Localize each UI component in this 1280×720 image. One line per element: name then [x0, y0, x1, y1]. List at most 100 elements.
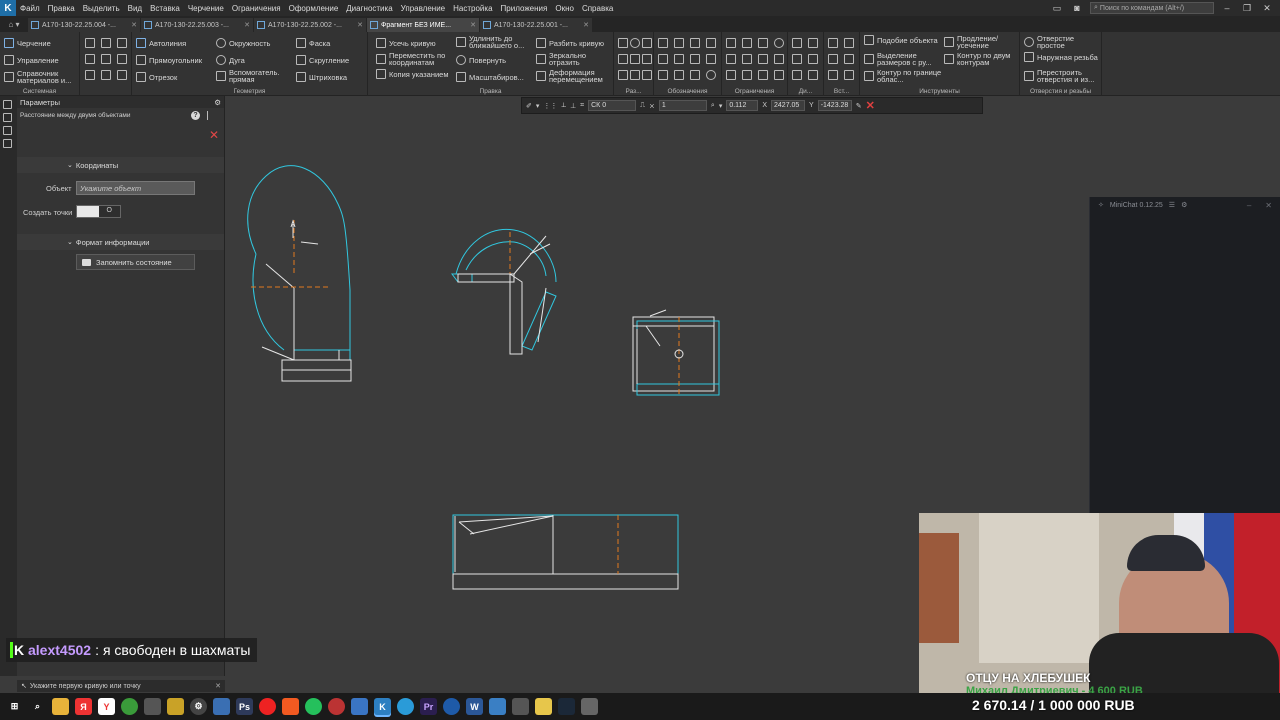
menu-edit[interactable]: Правка — [44, 4, 79, 13]
yandex-icon[interactable]: Я — [75, 698, 92, 715]
x-coordinate-field[interactable]: 2427.05 — [771, 100, 806, 111]
layer-icon[interactable]: ⎍ — [640, 102, 645, 110]
parallel-icon[interactable] — [758, 38, 768, 48]
text-icon[interactable] — [658, 70, 668, 80]
menu-design[interactable]: Оформление — [285, 4, 343, 13]
tab-close-icon[interactable]: ✕ — [470, 21, 476, 29]
extend-button[interactable]: Удлинить до ближайшего о... — [456, 35, 534, 49]
menu-manage[interactable]: Управление — [397, 4, 449, 13]
object-field[interactable]: Укажите объект — [76, 181, 195, 195]
parameters-tab-icon[interactable] — [3, 100, 12, 109]
hatch-button[interactable]: Штриховка — [296, 72, 347, 82]
steam-icon[interactable] — [558, 698, 575, 715]
height-icon[interactable] — [642, 70, 652, 80]
diameter-icon[interactable] — [630, 38, 640, 48]
tab-close-icon[interactable]: ✕ — [131, 21, 137, 29]
properties-icon[interactable] — [117, 70, 127, 80]
home-icon[interactable]: ⌂ ▾ — [0, 16, 28, 32]
dimension-icon[interactable] — [618, 38, 628, 48]
chrome-icon[interactable] — [121, 698, 138, 715]
pipette-icon[interactable]: ✎ — [856, 102, 862, 110]
camera-icon[interactable]: ◙ — [1070, 3, 1084, 13]
create-points-toggle[interactable]: O — [76, 205, 121, 218]
rotate-button[interactable]: Повернуть — [456, 55, 506, 65]
position-icon[interactable] — [674, 54, 684, 64]
copy-by-point-button[interactable]: Копия указанием — [376, 69, 454, 79]
y-coordinate-field[interactable]: -1423.28 — [817, 100, 852, 111]
cursor-icon[interactable] — [351, 698, 368, 715]
snap-icon[interactable]: ✐ — [526, 102, 532, 110]
angle-icon[interactable] — [642, 38, 652, 48]
tab-fragment[interactable]: Фрагмент БЕЗ ИМЕ... ✕ — [367, 18, 479, 32]
materials-button[interactable]: Справочник материалов и... — [4, 70, 78, 84]
arc-button[interactable]: Дуга — [216, 55, 245, 65]
tree-tab-icon[interactable] — [3, 113, 12, 122]
opera-icon[interactable] — [259, 698, 276, 715]
fillet-button[interactable]: Скругление — [296, 55, 349, 65]
command-search[interactable]: ⌕ Поиск по командам (Alt+/) — [1090, 2, 1214, 14]
cs-select[interactable]: СК 0 — [588, 100, 637, 111]
tolerance-icon[interactable] — [706, 38, 716, 48]
brave-icon[interactable] — [282, 698, 299, 715]
redo-icon[interactable] — [101, 70, 111, 80]
grid-table-icon[interactable] — [674, 70, 684, 80]
preview-icon[interactable] — [101, 54, 111, 64]
segment-button[interactable]: Отрезок — [136, 72, 177, 82]
table-icon[interactable] — [658, 54, 668, 64]
insert-link-icon[interactable] — [844, 70, 854, 80]
linear-dim-icon[interactable] — [618, 54, 628, 64]
measure-icon[interactable] — [792, 38, 802, 48]
snap-toggle-icon[interactable]: ⨯ — [649, 102, 655, 110]
layer-select[interactable]: 1 — [658, 100, 707, 111]
tool-icon[interactable] — [144, 698, 161, 715]
layers-tab-icon[interactable] — [3, 139, 12, 148]
app-icon[interactable] — [328, 698, 345, 715]
section-format[interactable]: ⌄ Формат информации — [17, 234, 224, 250]
check-icon[interactable] — [808, 38, 818, 48]
zoom-dropdown-icon[interactable]: ▾ — [719, 102, 723, 110]
point-on-curve-icon[interactable] — [774, 70, 784, 80]
list-icon[interactable] — [207, 111, 215, 120]
distance-icon[interactable] — [792, 54, 802, 64]
undo-icon[interactable] — [85, 70, 95, 80]
kompas-logo-icon[interactable]: K — [0, 0, 16, 16]
premiere-icon[interactable]: Pr — [420, 698, 437, 715]
menu-window[interactable]: Окно — [551, 4, 578, 13]
coincident-icon[interactable] — [774, 54, 784, 64]
collinear-icon[interactable] — [742, 54, 752, 64]
copy-icon[interactable] — [117, 54, 127, 64]
minichat-minimize-icon[interactable]: – — [1247, 201, 1251, 210]
select-dims-button[interactable]: Выделение размеров с ру... — [864, 52, 944, 66]
yandex-browser-icon[interactable]: Y — [98, 698, 115, 715]
help-icon[interactable]: ? — [191, 111, 200, 120]
menu-view[interactable]: Вид — [124, 4, 146, 13]
outer-thread-button[interactable]: Наружная резьба — [1024, 52, 1100, 62]
mass-icon[interactable] — [808, 70, 818, 80]
menu-insert[interactable]: Вставка — [146, 4, 184, 13]
autoline-button[interactable]: Автолиния — [136, 38, 186, 48]
center-icon[interactable] — [706, 70, 716, 80]
contour-two-button[interactable]: Контур по двум контурам — [944, 52, 1018, 66]
insert-object-icon[interactable] — [844, 54, 854, 64]
aux-line-button[interactable]: Вспомогатель. прямая — [216, 69, 292, 83]
remember-state-button[interactable]: Запомнить состояние — [76, 254, 195, 270]
open-icon[interactable] — [101, 38, 111, 48]
break-curve-button[interactable]: Разбить кривую — [536, 38, 604, 48]
app2-icon[interactable] — [512, 698, 529, 715]
tangent-icon[interactable] — [774, 38, 784, 48]
arrow-icon[interactable] — [213, 698, 230, 715]
angle-measure-icon[interactable] — [808, 54, 818, 64]
zoom-field[interactable]: 0.112 — [726, 100, 759, 111]
minimize-icon[interactable]: – — [1220, 3, 1234, 13]
break-dim-icon[interactable] — [630, 70, 640, 80]
dropdown-icon[interactable]: ▾ — [536, 102, 540, 110]
edge-icon[interactable] — [443, 698, 460, 715]
roughness-icon[interactable] — [674, 38, 684, 48]
cancel-command-icon[interactable]: ✕ — [866, 99, 875, 112]
ortho-icon[interactable]: ⟂ — [561, 102, 566, 110]
tab-doc-001[interactable]: А170-130-22.25.001 -... ✕ — [480, 18, 592, 32]
chain-dim-icon[interactable] — [642, 54, 652, 64]
kompas-icon[interactable]: K — [374, 698, 391, 715]
whatsapp-icon[interactable] — [305, 698, 322, 715]
kompas2-icon[interactable] — [489, 698, 506, 715]
